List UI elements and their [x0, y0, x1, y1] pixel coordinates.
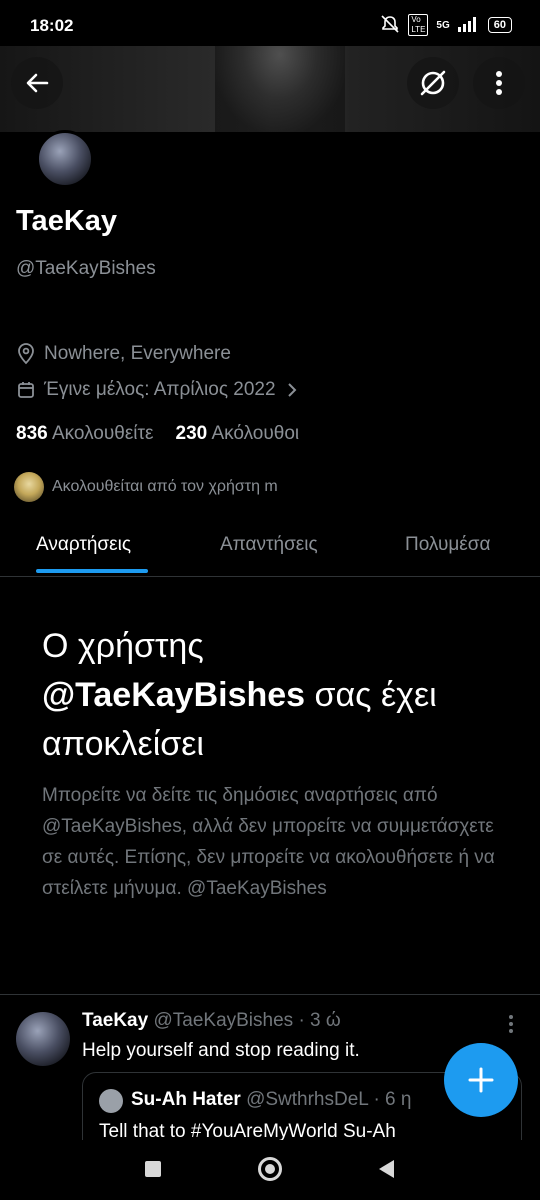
home-circle-icon: [258, 1157, 282, 1181]
follow-stats: 836 Ακολουθείτε 230 Ακόλουθοι: [16, 423, 299, 445]
tab-posts[interactable]: Αναρτήσεις: [36, 534, 131, 556]
recents-button[interactable]: [144, 1160, 162, 1183]
location-text: Nowhere, Everywhere: [44, 343, 231, 364]
back-triangle-icon: [379, 1160, 394, 1178]
quote-author-handle: @SwthrhsDeL: [246, 1089, 369, 1110]
home-button[interactable]: [257, 1156, 283, 1187]
status-bar: 18:02 Vo LTE 5G 60: [0, 0, 540, 48]
square-icon: [145, 1161, 161, 1177]
profile-location: Nowhere, Everywhere: [16, 343, 231, 365]
tweet-header: TaeKay @TaeKayBishes · 3 ώ: [82, 1010, 341, 1032]
system-nav-bar: [0, 1140, 540, 1200]
plus-icon: [468, 1067, 494, 1093]
profile-handle: @TaeKayBishes: [16, 258, 156, 279]
blocked-title: Ο χρήστης @TaeKayBishes σας έχει αποκλεί…: [42, 622, 512, 769]
tweet-author-handle: @TaeKayBishes: [153, 1010, 294, 1031]
back-button[interactable]: [11, 57, 63, 109]
quote-author-avatar: [99, 1089, 123, 1113]
tweet-time: · 3 ώ: [298, 1010, 341, 1031]
tab-replies[interactable]: Απαντήσεις: [220, 534, 318, 556]
back-nav-button[interactable]: [376, 1158, 396, 1185]
profile-banner: [0, 46, 540, 132]
profile-avatar[interactable]: [36, 130, 94, 188]
quote-header: Su-Ah Hater @SwthrhsDeL · 6 η: [131, 1089, 411, 1111]
following-label: Ακολουθείτε: [51, 423, 154, 444]
profile-joined[interactable]: Έγινε μέλος: Απρίλιος 2022: [16, 379, 300, 401]
following-link[interactable]: 836 Ακολουθείτε: [16, 423, 154, 445]
tweet-text: Help yourself and stop reading it.: [82, 1040, 360, 1061]
banner-image: [215, 46, 345, 132]
location-pin-icon: [18, 343, 34, 365]
profile-name: TaeKay: [16, 205, 118, 237]
followed-by-row[interactable]: Ακολουθείται από τον χρήστη m: [14, 472, 278, 502]
blocked-description: Μπορείτε να δείτε τις δημόσιες αναρτήσει…: [42, 785, 495, 899]
battery-icon: 60: [487, 17, 512, 33]
tab-media[interactable]: Πολυμέσα: [405, 534, 491, 556]
grok-button[interactable]: [407, 57, 459, 109]
following-count: 836: [16, 423, 48, 444]
more-options-button[interactable]: [473, 57, 525, 109]
more-vertical-icon: [496, 71, 502, 95]
divider: [0, 994, 540, 995]
blocked-title-pre: Ο χρήστης: [42, 627, 204, 665]
joined-text: Έγινε μέλος: Απρίλιος 2022: [44, 379, 276, 400]
quote-author-name: Su-Ah Hater: [131, 1089, 241, 1110]
follower-avatar: [14, 472, 44, 502]
tweet-author-avatar[interactable]: [16, 1012, 70, 1066]
network-label: 5G: [436, 19, 450, 31]
tweet-more-button[interactable]: [508, 1014, 514, 1039]
more-vertical-icon: [509, 1015, 513, 1033]
blocked-title-handle: @TaeKayBishes: [42, 676, 306, 714]
quote-time: · 6 η: [373, 1089, 412, 1110]
grok-icon: [420, 70, 446, 96]
followers-link[interactable]: 230 Ακόλουθοι: [176, 423, 300, 445]
compose-button[interactable]: [444, 1043, 518, 1117]
signal-icon: [457, 16, 480, 35]
followed-by-text: Ακολουθείται από τον χρήστη m: [52, 478, 278, 495]
back-arrow-icon: [26, 73, 49, 93]
calendar-icon: [18, 382, 34, 398]
mute-icon: [380, 14, 400, 36]
status-icons: Vo LTE 5G 60: [380, 14, 512, 36]
status-time: 18:02: [30, 16, 74, 35]
volte-icon: Vo LTE: [408, 14, 429, 36]
followers-count: 230: [175, 423, 208, 444]
tweet-author-name: TaeKay: [82, 1010, 149, 1031]
active-tab-indicator: [36, 569, 148, 573]
followers-label: Ακόλουθοι: [211, 423, 300, 444]
chevron-right-icon: [287, 383, 296, 397]
